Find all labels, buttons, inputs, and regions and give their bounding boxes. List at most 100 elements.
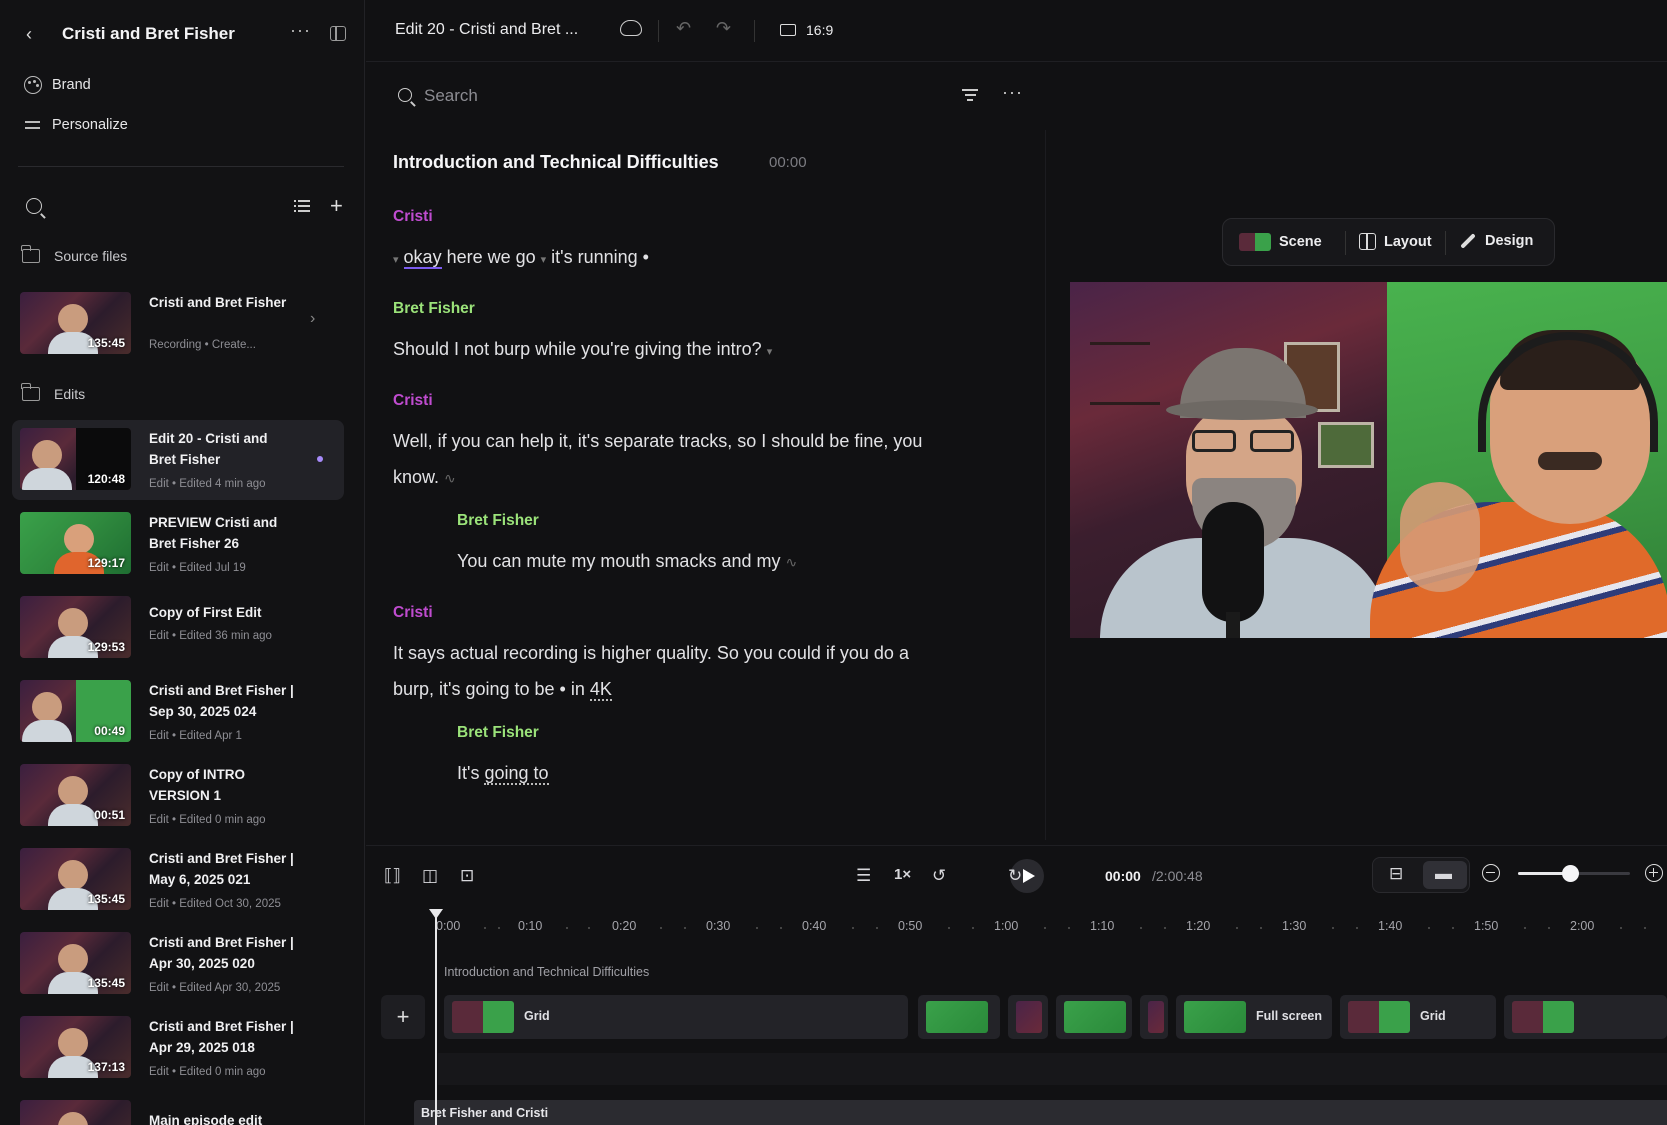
transcript-text[interactable]: It's: [457, 763, 484, 783]
timeline-clip[interactable]: Grid: [1340, 995, 1496, 1039]
item-title: Cristi and Bret Fisher | Apr 30, 2025 02…: [149, 935, 294, 971]
transcript-text[interactable]: You can mute my mouth smacks and my: [457, 551, 780, 571]
timeline-clip[interactable]: [1008, 995, 1048, 1039]
speaker-label[interactable]: Cristi: [393, 208, 433, 226]
minus-rect-icon[interactable]: ▬: [1435, 864, 1452, 884]
more-options-icon[interactable]: ···: [290, 20, 311, 41]
chevron-down-icon: ▾: [766, 346, 773, 358]
transcript-text-uncertain[interactable]: 4K: [589, 679, 612, 701]
chapters-list-icon[interactable]: ☰: [856, 866, 871, 886]
split-icon[interactable]: ⟦⟧: [384, 866, 401, 886]
add-layout-icon[interactable]: ◫: [422, 866, 438, 886]
cloud-sync-icon[interactable]: [620, 20, 642, 36]
list-item[interactable]: 135:45 Cristi and Bret Fisher | Apr 30, …: [12, 924, 344, 1004]
duration-badge: 135:45: [87, 892, 125, 906]
back-arrow-icon[interactable]: ‹: [26, 24, 46, 44]
video-preview[interactable]: [1070, 282, 1667, 638]
timeline-clip[interactable]: Full screen: [1176, 995, 1332, 1039]
aspect-ratio-icon[interactable]: [780, 24, 796, 36]
transcript-line[interactable]: burp, it's going to be • in 4K: [393, 670, 993, 708]
search-icon: [398, 88, 412, 102]
transcript-text[interactable]: it's running: [546, 247, 643, 267]
timeline-clip[interactable]: [1056, 995, 1132, 1039]
transcript-text[interactable]: It says actual recording is higher quali…: [393, 643, 909, 663]
zoom-slider-handle[interactable]: [1562, 865, 1579, 882]
word-highlighted[interactable]: okay: [403, 247, 442, 269]
section-title[interactable]: Introduction and Technical Difficulties: [393, 152, 719, 173]
track-label: Bret Fisher and Cristi: [421, 1106, 549, 1120]
nav-personalize[interactable]: Personalize: [24, 116, 128, 134]
chevron-right-icon[interactable]: ›: [310, 310, 315, 328]
audio-track[interactable]: Bret Fisher and Cristi: [414, 1100, 1667, 1125]
transcript-text[interactable]: in: [566, 679, 590, 699]
source-item[interactable]: 135:45 Cristi and Bret Fisher Recording …: [12, 284, 344, 364]
playhead[interactable]: [429, 909, 443, 1125]
transcript-text[interactable]: burp, it's going to be: [393, 679, 560, 699]
list-item[interactable]: 129:53 Copy of First Edit Edit • Edited …: [12, 588, 344, 668]
sidebar-header: ‹ Cristi and Bret Fisher ···: [0, 14, 365, 54]
zoom-out-icon[interactable]: [1482, 864, 1500, 882]
document-title[interactable]: Edit 20 - Cristi and Bret ...: [395, 21, 578, 39]
transcript-text-uncertain[interactable]: going to: [484, 763, 549, 785]
undo-icon[interactable]: ↶: [676, 18, 691, 39]
list-view-icon[interactable]: [294, 200, 310, 212]
speaker-label[interactable]: Cristi: [393, 392, 433, 410]
timeline-clip[interactable]: [918, 995, 1000, 1039]
thumbnail: 135:45: [20, 292, 131, 354]
transcript-line[interactable]: know. ∿: [393, 458, 993, 497]
list-item[interactable]: 129:17 PREVIEW Cristi and Bret Fisher 26…: [12, 504, 344, 584]
list-item[interactable]: 137:13 Cristi and Bret Fisher | Apr 29, …: [12, 1008, 344, 1088]
list-item[interactable]: 00:49 Cristi and Bret Fisher | Sep 30, 2…: [12, 672, 344, 752]
add-track-button[interactable]: +: [381, 995, 425, 1039]
transcript-line[interactable]: Well, if you can help it, it's separate …: [393, 422, 993, 460]
speaker-label[interactable]: Cristi: [393, 604, 433, 622]
timeline-clip[interactable]: Grid: [444, 995, 908, 1039]
redo-icon[interactable]: ↷: [716, 18, 731, 39]
layout-button[interactable]: Layout: [1359, 233, 1432, 250]
align-icon[interactable]: ⊟: [1389, 864, 1403, 884]
aspect-ratio-label[interactable]: 16:9: [806, 22, 833, 38]
nav-brand[interactable]: Brand: [24, 76, 91, 94]
list-item[interactable]: Main episode edit: [12, 1092, 344, 1125]
project-title[interactable]: Cristi and Bret Fisher: [62, 24, 235, 44]
scene-button[interactable]: Scene: [1239, 233, 1322, 251]
list-item[interactable]: 00:51 Copy of INTRO VERSION 1 Edit • Edi…: [12, 756, 344, 836]
forward-5-icon[interactable]: ↻: [1008, 866, 1022, 886]
add-icon[interactable]: +: [330, 194, 343, 218]
timeline-clip[interactable]: [1504, 995, 1667, 1039]
transcript-text[interactable]: Should I not burp while you're giving th…: [393, 339, 762, 359]
speaker-label[interactable]: Bret Fisher: [393, 300, 475, 318]
transcript-line[interactable]: It says actual recording is higher quali…: [393, 634, 993, 672]
transcript-line[interactable]: Should I not burp while you're giving th…: [393, 330, 993, 371]
timeline: 0:00 0:10 0:20 0:30 0:40 0:50 1:00 1:10 …: [366, 905, 1667, 1125]
search-input[interactable]: Search: [424, 86, 478, 106]
clip-thumbnail: [926, 1001, 988, 1033]
transcript-line[interactable]: It's going to: [457, 754, 1045, 792]
speaker-label[interactable]: Bret Fisher: [457, 512, 539, 530]
design-button[interactable]: Design: [1459, 233, 1533, 249]
zoom-slider[interactable]: [1518, 865, 1630, 882]
filter-icon[interactable]: [962, 89, 978, 101]
transcript-text[interactable]: Well, if you can help it, it's separate …: [393, 431, 922, 451]
speaker-label[interactable]: Bret Fisher: [457, 724, 539, 742]
toggle-sidebar-icon[interactable]: [330, 26, 346, 41]
list-item[interactable]: 120:48 Edit 20 - Cristi and Bret Fisher …: [12, 420, 344, 500]
transcript-line[interactable]: You can mute my mouth smacks and my ∿: [457, 542, 1045, 581]
more-options-icon[interactable]: ···: [1002, 82, 1023, 103]
chapter-label[interactable]: Introduction and Technical Difficulties: [444, 965, 649, 979]
search-icon[interactable]: [26, 198, 42, 214]
transcript-text[interactable]: here we go: [442, 247, 541, 267]
list-item[interactable]: 135:45 Cristi and Bret Fisher | May 6, 2…: [12, 840, 344, 920]
timeline-clip[interactable]: [1140, 995, 1168, 1039]
playback-speed[interactable]: 1×: [894, 866, 911, 883]
source-files-folder[interactable]: Source files: [21, 245, 127, 264]
timeline-ruler[interactable]: 0:00 0:10 0:20 0:30 0:40 0:50 1:00 1:10 …: [366, 919, 1667, 939]
rewind-5-icon[interactable]: ↺: [932, 866, 946, 886]
edits-folder[interactable]: Edits: [21, 383, 85, 402]
bookmark-add-icon[interactable]: ⊡: [460, 866, 474, 886]
item-subtitle: Edit • Edited Apr 1: [149, 730, 242, 742]
zoom-in-icon[interactable]: [1645, 864, 1663, 882]
transcript-text[interactable]: know.: [393, 467, 439, 487]
empty-track[interactable]: [438, 1053, 1667, 1085]
transcript-line[interactable]: ▾ okay here we go ▾ it's running •: [393, 238, 993, 279]
